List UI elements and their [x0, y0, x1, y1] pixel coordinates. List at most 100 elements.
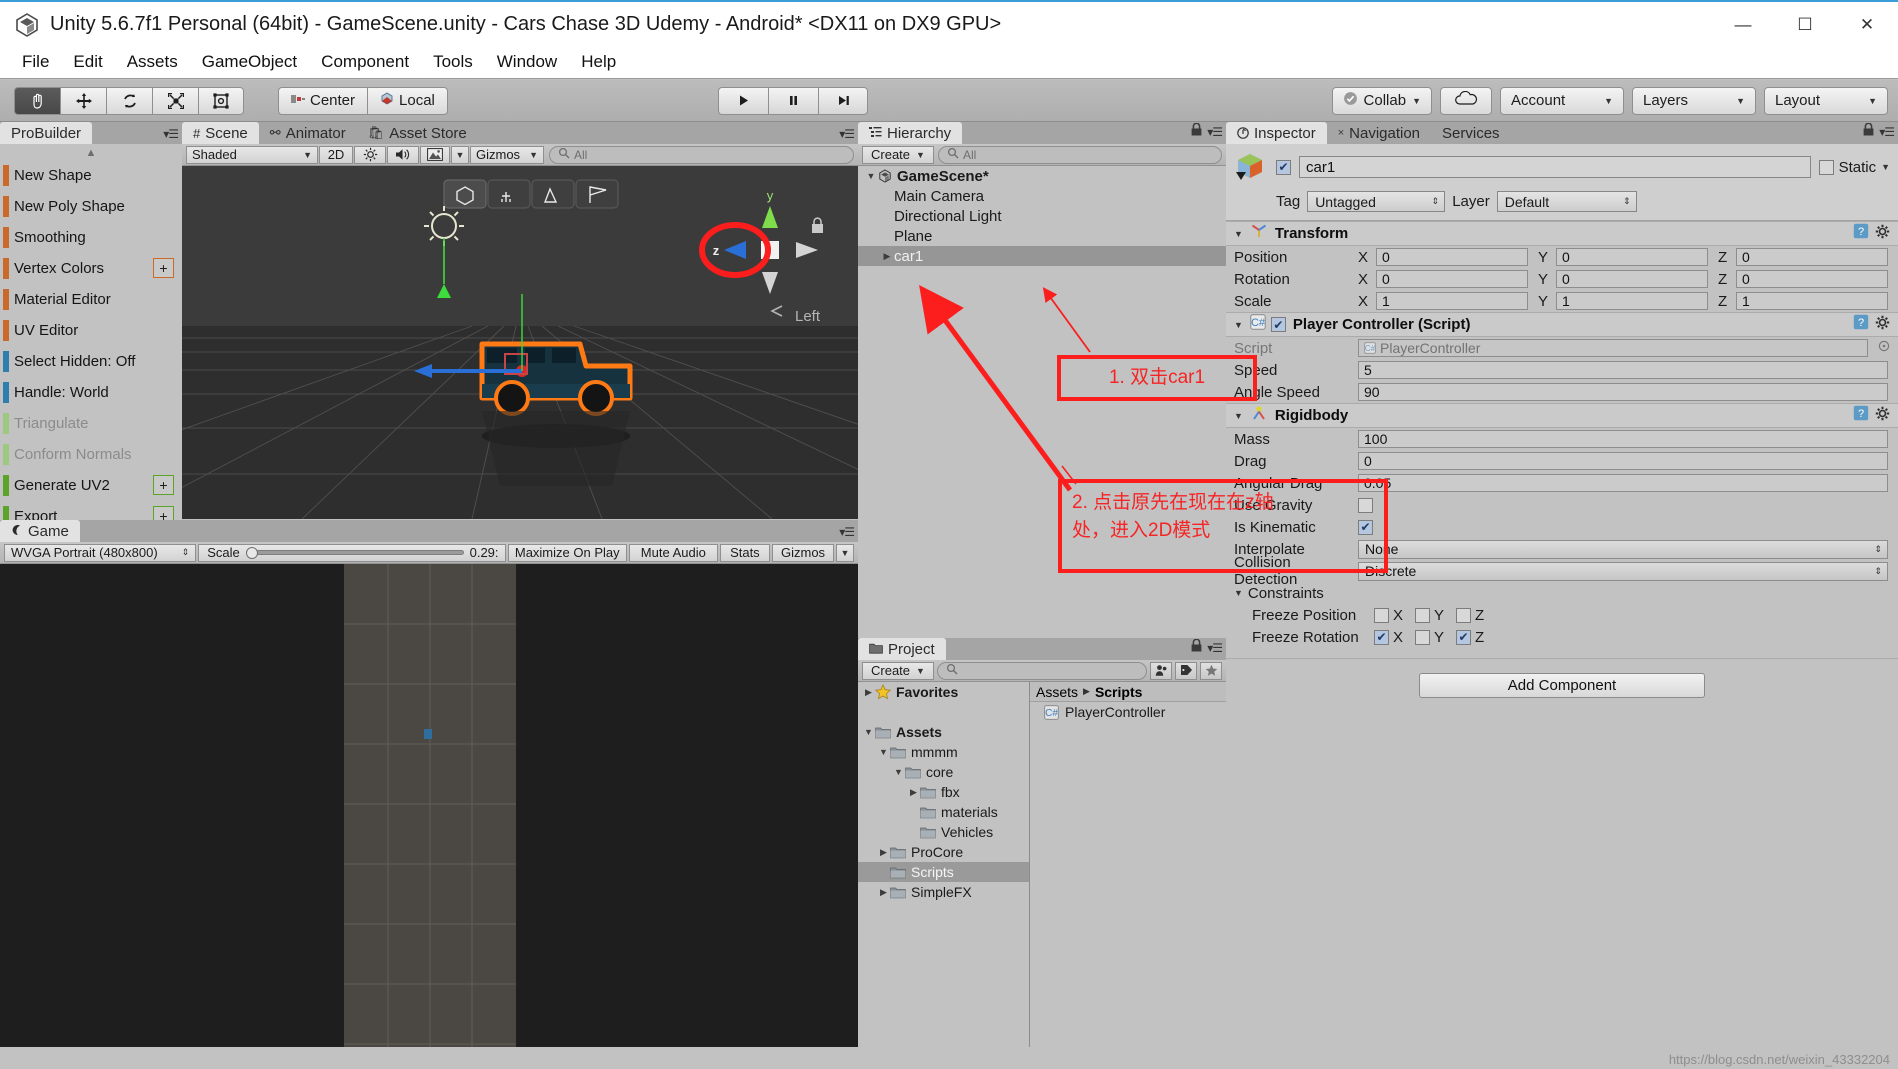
gear-icon[interactable] [1875, 406, 1890, 426]
collapsed-triangle-icon[interactable]: ▶ [880, 251, 894, 262]
project-folder-simplefx[interactable]: ▶ SimpleFX [858, 882, 1029, 902]
maximize-button[interactable]: ☐ [1774, 2, 1836, 48]
game-gizmos-toggle[interactable]: Gizmos [772, 543, 834, 562]
transform-component-header[interactable]: ▼ Transform ? [1226, 221, 1898, 246]
tab-scene[interactable]: # Scene [182, 122, 259, 144]
hierarchy-create-button[interactable]: Create ▼ [862, 145, 934, 164]
collapse-triangle-icon[interactable]: ▼ [1234, 411, 1243, 421]
transform-position-x-input[interactable]: 0 [1376, 248, 1528, 266]
probuilder-item-new-poly-shape[interactable]: New Poly Shape [0, 191, 182, 222]
collapsed-triangle-icon[interactable]: ▶ [862, 687, 875, 698]
tag-dropdown[interactable]: Untagged ⇕ [1307, 191, 1446, 212]
expanded-triangle-icon[interactable]: ▼ [892, 767, 905, 777]
menu-tools[interactable]: Tools [421, 49, 485, 75]
probuilder-item-options-button[interactable]: + [153, 475, 174, 495]
scale-tool-button[interactable] [152, 86, 198, 115]
account-button[interactable]: Account ▼ [1500, 86, 1624, 115]
transform-rotation-x-input[interactable]: 0 [1376, 270, 1528, 288]
pivot-mode-button[interactable]: Center [278, 86, 368, 115]
probuilder-item-new-shape[interactable]: New Shape [0, 160, 182, 191]
expanded-triangle-icon[interactable]: ▼ [862, 727, 875, 737]
inspector-tab-menu[interactable]: ▾☰ [1863, 122, 1895, 141]
game-gizmos-dropdown[interactable]: ▼ [835, 543, 854, 562]
script-object-field[interactable]: C# PlayerController [1358, 339, 1868, 357]
menu-edit[interactable]: Edit [61, 49, 114, 75]
tab-hierarchy[interactable]: Hierarchy [858, 122, 963, 144]
game-viewport[interactable] [0, 564, 858, 1069]
scene-viewport[interactable]: y z Left [182, 166, 858, 519]
hierarchy-item-directional-light[interactable]: Directional Light [858, 206, 1226, 226]
scene-gizmos-dropdown[interactable]: Gizmos ▼ [470, 145, 544, 164]
project-create-button[interactable]: Create ▼ [862, 661, 934, 680]
probuilder-item-select-hidden-off[interactable]: Select Hidden: Off [0, 346, 182, 377]
menu-window[interactable]: Window [485, 49, 569, 75]
tab-navigation[interactable]: × Navigation [1326, 122, 1432, 144]
component-tools[interactable]: ? [1853, 314, 1890, 335]
scene-effects-dropdown[interactable]: ▼ [451, 145, 469, 164]
project-folder-procore[interactable]: ▶ ProCore [858, 842, 1029, 862]
help-icon[interactable]: ? [1853, 223, 1869, 244]
lock-icon[interactable] [1863, 122, 1874, 141]
menu-file[interactable]: File [10, 49, 61, 75]
object-name-input[interactable]: car1 [1299, 156, 1811, 178]
favorite-button[interactable] [1200, 661, 1222, 680]
mute-audio-toggle[interactable]: Mute Audio [628, 543, 718, 562]
scene-search-input[interactable]: All [549, 145, 854, 164]
shading-mode-dropdown[interactable]: Shaded ▼ [186, 145, 318, 164]
aspect-ratio-dropdown[interactable]: WVGA Portrait (480x800) ⇕ [4, 543, 197, 562]
hierarchy-item-main-camera[interactable]: Main Camera [858, 186, 1226, 206]
static-checkbox[interactable] [1818, 159, 1834, 175]
project-folder-core[interactable]: ▼ core [858, 762, 1029, 782]
transform-scale-y-input[interactable]: 1 [1556, 292, 1708, 310]
help-icon[interactable]: ? [1853, 314, 1869, 335]
scene-audio-toggle[interactable] [387, 145, 419, 164]
project-folder-materials[interactable]: materials [858, 802, 1029, 822]
layer-dropdown[interactable]: Default ⇕ [1496, 191, 1637, 212]
probuilder-item-options-button[interactable]: + [153, 258, 174, 278]
freeze-rotation-z-checkbox[interactable] [1456, 629, 1472, 645]
freeze-rotation-x-checkbox[interactable] [1374, 629, 1389, 645]
project-search-input[interactable] [936, 661, 1147, 680]
rigidbody-mass-input[interactable]: 100 [1358, 430, 1888, 448]
add-component-button[interactable]: Add Component [1419, 673, 1705, 698]
hand-tool-button[interactable] [14, 86, 60, 115]
rotate-tool-button[interactable] [106, 86, 152, 115]
collapsed-triangle-icon[interactable]: ▶ [877, 887, 890, 898]
collab-button[interactable]: Collab ▼ [1331, 86, 1432, 115]
scroll-up-icon[interactable]: ▲ [0, 146, 182, 160]
space-mode-button[interactable]: Local [367, 86, 448, 115]
player-controller-enabled-checkbox[interactable] [1270, 317, 1286, 332]
rigidbody-angular-drag-input[interactable]: 0.05 [1358, 474, 1888, 492]
object-picker-icon[interactable] [1878, 339, 1890, 357]
project-folder-assets[interactable]: ▼ Assets [858, 722, 1029, 742]
project-folder-favorites[interactable]: ▶ Favorites [858, 682, 1029, 702]
project-folder-scripts[interactable]: Scripts [858, 862, 1029, 882]
freeze-position-x-checkbox[interactable] [1374, 607, 1389, 623]
transform-rotation-z-input[interactable]: 0 [1736, 270, 1888, 288]
filter-by-type-button[interactable] [1150, 661, 1172, 680]
filter-by-label-button[interactable] [1175, 661, 1197, 680]
hierarchy-item-car1[interactable]: ▶ car1 [858, 246, 1226, 266]
collapse-triangle-icon[interactable]: ▼ [1234, 229, 1243, 239]
probuilder-tab-menu[interactable]: ▾☰ [163, 127, 179, 141]
expanded-triangle-icon[interactable]: ▼ [877, 747, 890, 757]
gear-icon[interactable] [1875, 315, 1890, 335]
pause-button[interactable] [768, 86, 818, 115]
probuilder-item-handle-world[interactable]: Handle: World [0, 377, 182, 408]
project-folder-vehicles[interactable]: Vehicles [858, 822, 1029, 842]
cloud-button[interactable] [1440, 86, 1492, 115]
tab-probuilder[interactable]: ProBuilder [0, 122, 93, 144]
menu-gameobject[interactable]: GameObject [190, 49, 309, 75]
hierarchy-item-gamescene[interactable]: ▼ GameScene* [858, 166, 1226, 186]
menu-assets[interactable]: Assets [115, 49, 190, 75]
transform-rotation-y-input[interactable]: 0 [1556, 270, 1708, 288]
scale-slider-group[interactable]: Scale 0.29: [198, 543, 506, 562]
rigidbody-component-header[interactable]: ▼ Rigidbody ? [1226, 403, 1898, 428]
transform-scale-x-input[interactable]: 1 [1376, 292, 1528, 310]
close-button[interactable]: ✕ [1836, 2, 1898, 48]
help-icon[interactable]: ? [1853, 405, 1869, 426]
tab-project[interactable]: Project [858, 638, 946, 660]
hierarchy-search-input[interactable]: All [937, 145, 1222, 164]
toggle-2d-button[interactable]: 2D [319, 145, 353, 164]
probuilder-item-vertex-colors[interactable]: Vertex Colors + [0, 253, 182, 284]
